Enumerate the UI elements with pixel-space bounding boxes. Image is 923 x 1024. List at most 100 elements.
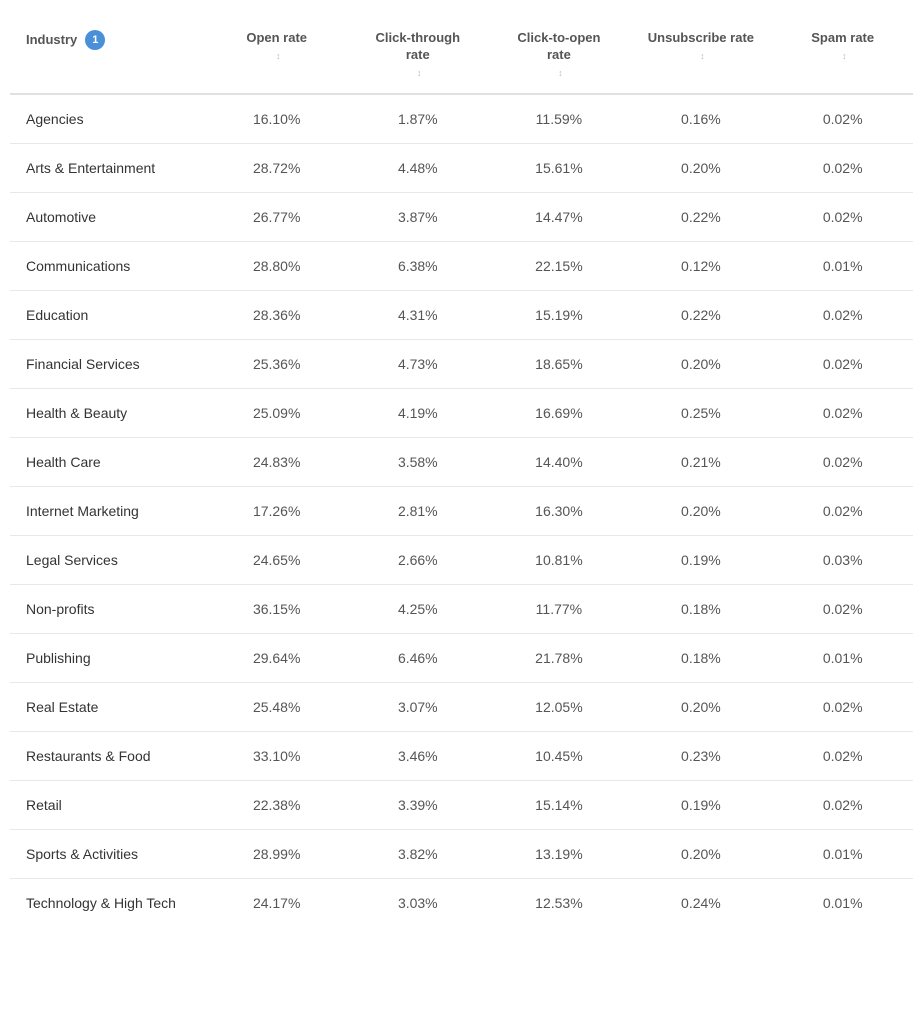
cell-unsubscribe_rate-15: 0.20%: [629, 830, 772, 879]
cell-click_through_rate-9: 2.66%: [347, 536, 488, 585]
cell-spam_rate-14: 0.02%: [772, 781, 913, 830]
click-through-rate-label: Click-through rate: [363, 30, 472, 64]
cell-unsubscribe_rate-16: 0.24%: [629, 879, 772, 928]
cell-open_rate-12: 25.48%: [206, 683, 347, 732]
table-row: Retail22.38%3.39%15.14%0.19%0.02%: [10, 781, 913, 830]
cell-spam_rate-13: 0.02%: [772, 732, 913, 781]
cell-open_rate-16: 24.17%: [206, 879, 347, 928]
cell-spam_rate-6: 0.02%: [772, 389, 913, 438]
cell-click_to_open_rate-11: 21.78%: [488, 634, 629, 683]
column-header-click-to-open-rate[interactable]: Click-to-open rate ↕: [488, 20, 629, 94]
cell-click_through_rate-16: 3.03%: [347, 879, 488, 928]
cell-unsubscribe_rate-2: 0.22%: [629, 193, 772, 242]
cell-open_rate-0: 16.10%: [206, 94, 347, 144]
cell-click_to_open_rate-9: 10.81%: [488, 536, 629, 585]
cell-spam_rate-4: 0.02%: [772, 291, 913, 340]
cell-unsubscribe_rate-8: 0.20%: [629, 487, 772, 536]
column-header-open-rate[interactable]: Open rate ↕: [206, 20, 347, 94]
click-to-open-rate-sort-icon: ↕: [558, 68, 563, 80]
column-header-industry: Industry 1: [10, 20, 206, 94]
table-row: Internet Marketing17.26%2.81%16.30%0.20%…: [10, 487, 913, 536]
cell-unsubscribe_rate-13: 0.23%: [629, 732, 772, 781]
cell-click_to_open_rate-4: 15.19%: [488, 291, 629, 340]
spam-rate-label: Spam rate: [811, 30, 874, 47]
cell-spam_rate-0: 0.02%: [772, 94, 913, 144]
cell-click_through_rate-3: 6.38%: [347, 242, 488, 291]
cell-open_rate-4: 28.36%: [206, 291, 347, 340]
column-header-unsubscribe-rate[interactable]: Unsubscribe rate ↕: [629, 20, 772, 94]
column-header-spam-rate[interactable]: Spam rate ↕: [772, 20, 913, 94]
cell-click_through_rate-7: 3.58%: [347, 438, 488, 487]
cell-open_rate-8: 17.26%: [206, 487, 347, 536]
cell-open_rate-10: 36.15%: [206, 585, 347, 634]
cell-industry-9: Legal Services: [10, 536, 206, 585]
cell-click_to_open_rate-8: 16.30%: [488, 487, 629, 536]
cell-unsubscribe_rate-9: 0.19%: [629, 536, 772, 585]
unsubscribe-rate-label: Unsubscribe rate: [648, 30, 754, 47]
cell-spam_rate-10: 0.02%: [772, 585, 913, 634]
cell-industry-14: Retail: [10, 781, 206, 830]
cell-industry-4: Education: [10, 291, 206, 340]
cell-open_rate-2: 26.77%: [206, 193, 347, 242]
click-through-rate-sort-icon: ↕: [417, 68, 422, 80]
cell-open_rate-1: 28.72%: [206, 144, 347, 193]
cell-click_to_open_rate-14: 15.14%: [488, 781, 629, 830]
cell-open_rate-13: 33.10%: [206, 732, 347, 781]
industry-label: Industry: [26, 32, 77, 49]
cell-spam_rate-16: 0.01%: [772, 879, 913, 928]
table-row: Arts & Entertainment28.72%4.48%15.61%0.2…: [10, 144, 913, 193]
table-row: Real Estate25.48%3.07%12.05%0.20%0.02%: [10, 683, 913, 732]
table-row: Technology & High Tech24.17%3.03%12.53%0…: [10, 879, 913, 928]
cell-unsubscribe_rate-5: 0.20%: [629, 340, 772, 389]
table-row: Sports & Activities28.99%3.82%13.19%0.20…: [10, 830, 913, 879]
cell-click_to_open_rate-6: 16.69%: [488, 389, 629, 438]
cell-click_through_rate-10: 4.25%: [347, 585, 488, 634]
cell-click_through_rate-2: 3.87%: [347, 193, 488, 242]
cell-industry-12: Real Estate: [10, 683, 206, 732]
cell-spam_rate-3: 0.01%: [772, 242, 913, 291]
table-header-row: Industry 1 Open rate ↕ Click-through rat…: [10, 20, 913, 94]
cell-unsubscribe_rate-0: 0.16%: [629, 94, 772, 144]
cell-click_to_open_rate-5: 18.65%: [488, 340, 629, 389]
column-header-click-through-rate[interactable]: Click-through rate ↕: [347, 20, 488, 94]
table-row: Restaurants & Food33.10%3.46%10.45%0.23%…: [10, 732, 913, 781]
cell-spam_rate-11: 0.01%: [772, 634, 913, 683]
cell-open_rate-15: 28.99%: [206, 830, 347, 879]
cell-open_rate-9: 24.65%: [206, 536, 347, 585]
cell-click_through_rate-4: 4.31%: [347, 291, 488, 340]
cell-click_through_rate-8: 2.81%: [347, 487, 488, 536]
cell-spam_rate-12: 0.02%: [772, 683, 913, 732]
cell-industry-5: Financial Services: [10, 340, 206, 389]
cell-click_to_open_rate-13: 10.45%: [488, 732, 629, 781]
cell-spam_rate-8: 0.02%: [772, 487, 913, 536]
table-row: Legal Services24.65%2.66%10.81%0.19%0.03…: [10, 536, 913, 585]
cell-spam_rate-5: 0.02%: [772, 340, 913, 389]
cell-industry-1: Arts & Entertainment: [10, 144, 206, 193]
cell-unsubscribe_rate-3: 0.12%: [629, 242, 772, 291]
cell-open_rate-6: 25.09%: [206, 389, 347, 438]
cell-click_to_open_rate-15: 13.19%: [488, 830, 629, 879]
cell-industry-13: Restaurants & Food: [10, 732, 206, 781]
cell-industry-8: Internet Marketing: [10, 487, 206, 536]
unsubscribe-rate-sort-icon: ↕: [700, 51, 705, 63]
cell-industry-7: Health Care: [10, 438, 206, 487]
industry-badge: 1: [85, 30, 105, 50]
cell-click_through_rate-15: 3.82%: [347, 830, 488, 879]
table-row: Health & Beauty25.09%4.19%16.69%0.25%0.0…: [10, 389, 913, 438]
spam-rate-sort-icon: ↕: [842, 51, 847, 63]
cell-spam_rate-2: 0.02%: [772, 193, 913, 242]
open-rate-label: Open rate: [246, 30, 307, 47]
cell-unsubscribe_rate-12: 0.20%: [629, 683, 772, 732]
cell-industry-15: Sports & Activities: [10, 830, 206, 879]
table-row: Education28.36%4.31%15.19%0.22%0.02%: [10, 291, 913, 340]
cell-unsubscribe_rate-7: 0.21%: [629, 438, 772, 487]
cell-industry-2: Automotive: [10, 193, 206, 242]
table-row: Financial Services25.36%4.73%18.65%0.20%…: [10, 340, 913, 389]
cell-click_through_rate-1: 4.48%: [347, 144, 488, 193]
industry-table: Industry 1 Open rate ↕ Click-through rat…: [10, 20, 913, 927]
cell-click_to_open_rate-3: 22.15%: [488, 242, 629, 291]
cell-unsubscribe_rate-11: 0.18%: [629, 634, 772, 683]
cell-industry-0: Agencies: [10, 94, 206, 144]
table-row: Communications28.80%6.38%22.15%0.12%0.01…: [10, 242, 913, 291]
cell-click_through_rate-6: 4.19%: [347, 389, 488, 438]
